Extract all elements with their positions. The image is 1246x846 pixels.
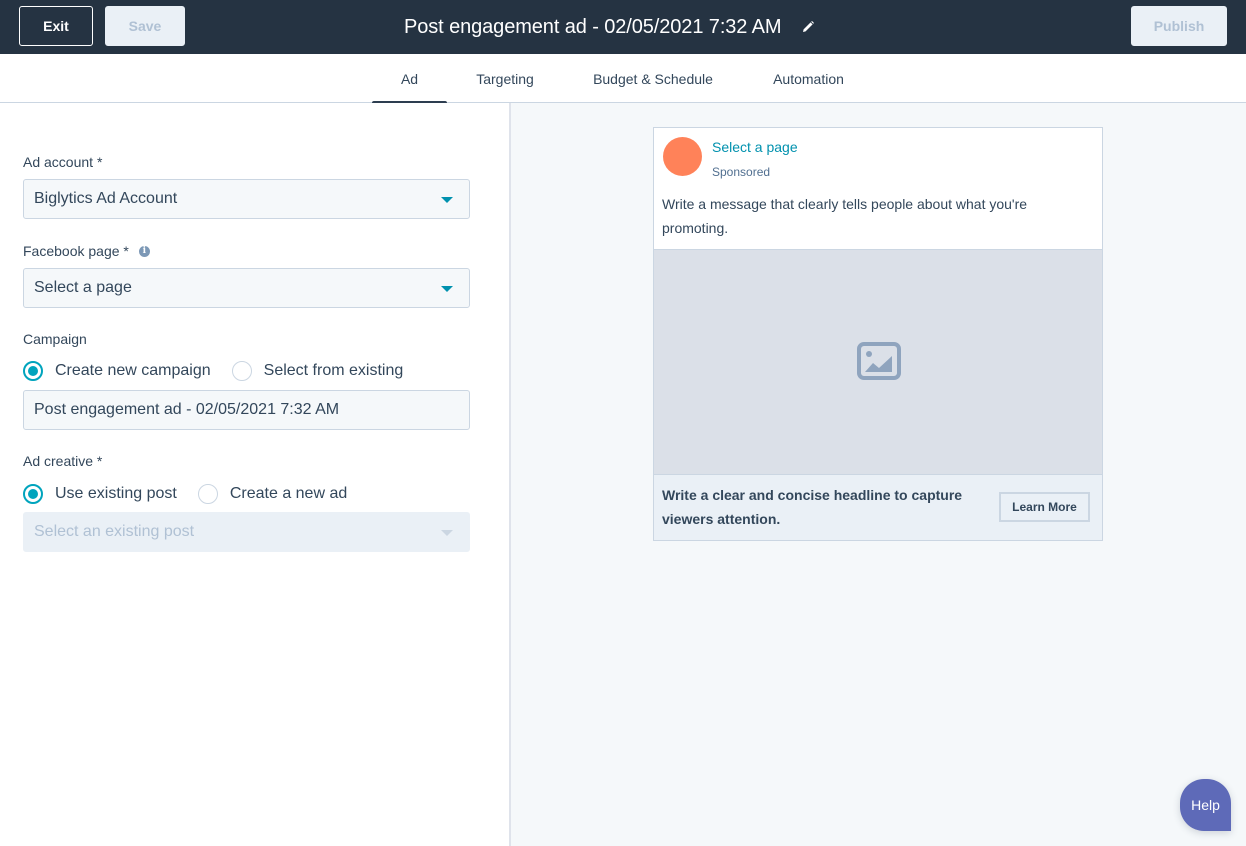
radio-unchecked-icon[interactable] [231, 361, 252, 381]
facebook-page-value: Select a page [34, 279, 132, 296]
campaign-label: Campaign [23, 331, 87, 347]
tab-ad[interactable]: Ad [372, 54, 447, 105]
ad-account-label: Ad account * [23, 154, 103, 170]
ad-form-panel: Ad account * Biglytics Ad Account Facebo… [0, 103, 511, 846]
campaign-radio-group: Create new campaign Select from existing [23, 361, 424, 381]
preview-headline: Write a clear and concise headline to ca… [662, 487, 963, 527]
ad-account-value: Biglytics Ad Account [34, 190, 178, 207]
learn-more-button[interactable]: Learn More [999, 492, 1090, 522]
ad-creative-label: Ad creative * [23, 453, 103, 469]
tab-automation[interactable]: Automation [760, 54, 857, 103]
info-icon[interactable]: i [138, 245, 150, 257]
facebook-page-select[interactable]: Select a page [23, 268, 470, 308]
radio-checked-icon[interactable] [23, 361, 43, 381]
title-wrap: Post engagement ad - 02/05/2021 7:32 AM [404, 0, 816, 54]
sponsored-label: Sponsored [712, 165, 771, 179]
tab-budget-schedule[interactable]: Budget & Schedule [581, 54, 725, 103]
radio-label: Create new campaign [55, 362, 211, 379]
radio-label: Select from existing [263, 362, 404, 379]
exit-button[interactable]: Exit [19, 6, 93, 46]
image-placeholder-icon [857, 342, 901, 380]
campaign-name-input[interactable]: Post engagement ad - 02/05/2021 7:32 AM [23, 390, 470, 430]
existing-post-select[interactable]: Select an existing post [23, 512, 470, 552]
pencil-icon[interactable] [800, 19, 816, 35]
radio-select-from-existing[interactable]: Select from existing [231, 361, 404, 381]
ad-preview-card: Select a page Sponsored Write a message … [653, 127, 1103, 541]
publish-button[interactable]: Publish [1131, 6, 1227, 46]
radio-create-new-campaign[interactable]: Create new campaign [23, 361, 211, 381]
preview-message: Write a message that clearly tells peopl… [662, 196, 1028, 236]
radio-create-new-ad[interactable]: Create a new ad [197, 484, 348, 504]
preview-page-link[interactable]: Select a page [712, 139, 798, 155]
ad-account-select[interactable]: Biglytics Ad Account [23, 179, 470, 219]
chevron-down-icon [441, 530, 453, 536]
radio-checked-icon[interactable] [23, 484, 43, 504]
chevron-down-icon [441, 286, 453, 292]
save-button[interactable]: Save [105, 6, 185, 46]
chevron-down-icon [441, 197, 453, 203]
preview-image-area [654, 249, 1102, 475]
ad-creative-radio-group: Use existing post Create a new ad [23, 484, 368, 504]
avatar [663, 137, 702, 176]
existing-post-placeholder: Select an existing post [34, 523, 195, 540]
help-button[interactable]: Help [1180, 779, 1231, 831]
facebook-page-label-row: Facebook page * i [23, 243, 150, 259]
radio-label: Use existing post [55, 485, 177, 502]
radio-label: Create a new ad [229, 485, 348, 502]
radio-unchecked-icon[interactable] [197, 484, 218, 504]
page-title: Post engagement ad - 02/05/2021 7:32 AM [404, 15, 782, 38]
preview-footer: Write a clear and concise headline to ca… [654, 475, 1102, 540]
top-bar: Exit Save Post engagement ad - 02/05/202… [0, 0, 1246, 54]
facebook-page-label: Facebook page * [23, 243, 129, 259]
tab-bar: Ad Targeting Budget & Schedule Automatio… [0, 54, 1246, 105]
radio-use-existing-post[interactable]: Use existing post [23, 484, 177, 504]
tab-targeting[interactable]: Targeting [462, 54, 548, 103]
